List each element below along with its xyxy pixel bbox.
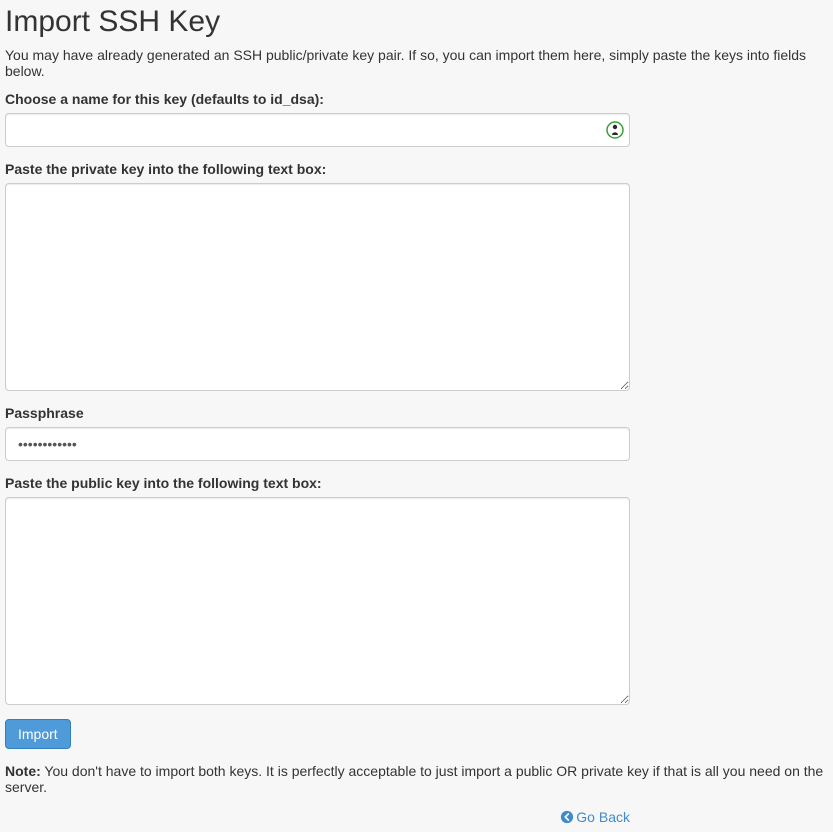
passphrase-input[interactable]: [5, 427, 630, 461]
import-button[interactable]: Import: [5, 719, 71, 749]
note-text: Note: You don't have to import both keys…: [5, 763, 828, 795]
passphrase-label: Passphrase: [5, 405, 630, 421]
page-intro: You may have already generated an SSH pu…: [5, 47, 828, 79]
go-back-link[interactable]: Go Back: [560, 809, 630, 825]
key-name-input[interactable]: [5, 113, 630, 147]
password-manager-icon[interactable]: [606, 121, 624, 139]
go-back-label: Go Back: [576, 809, 630, 825]
note-prefix: Note:: [5, 763, 41, 779]
arrow-circle-left-icon: [560, 810, 574, 824]
note-body: You don't have to import both keys. It i…: [5, 763, 823, 795]
public-key-textarea[interactable]: [5, 497, 630, 705]
key-name-label: Choose a name for this key (defaults to …: [5, 91, 630, 107]
private-key-label: Paste the private key into the following…: [5, 161, 630, 177]
private-key-textarea[interactable]: [5, 183, 630, 391]
page-title: Import SSH Key: [5, 5, 828, 39]
public-key-label: Paste the public key into the following …: [5, 475, 630, 491]
